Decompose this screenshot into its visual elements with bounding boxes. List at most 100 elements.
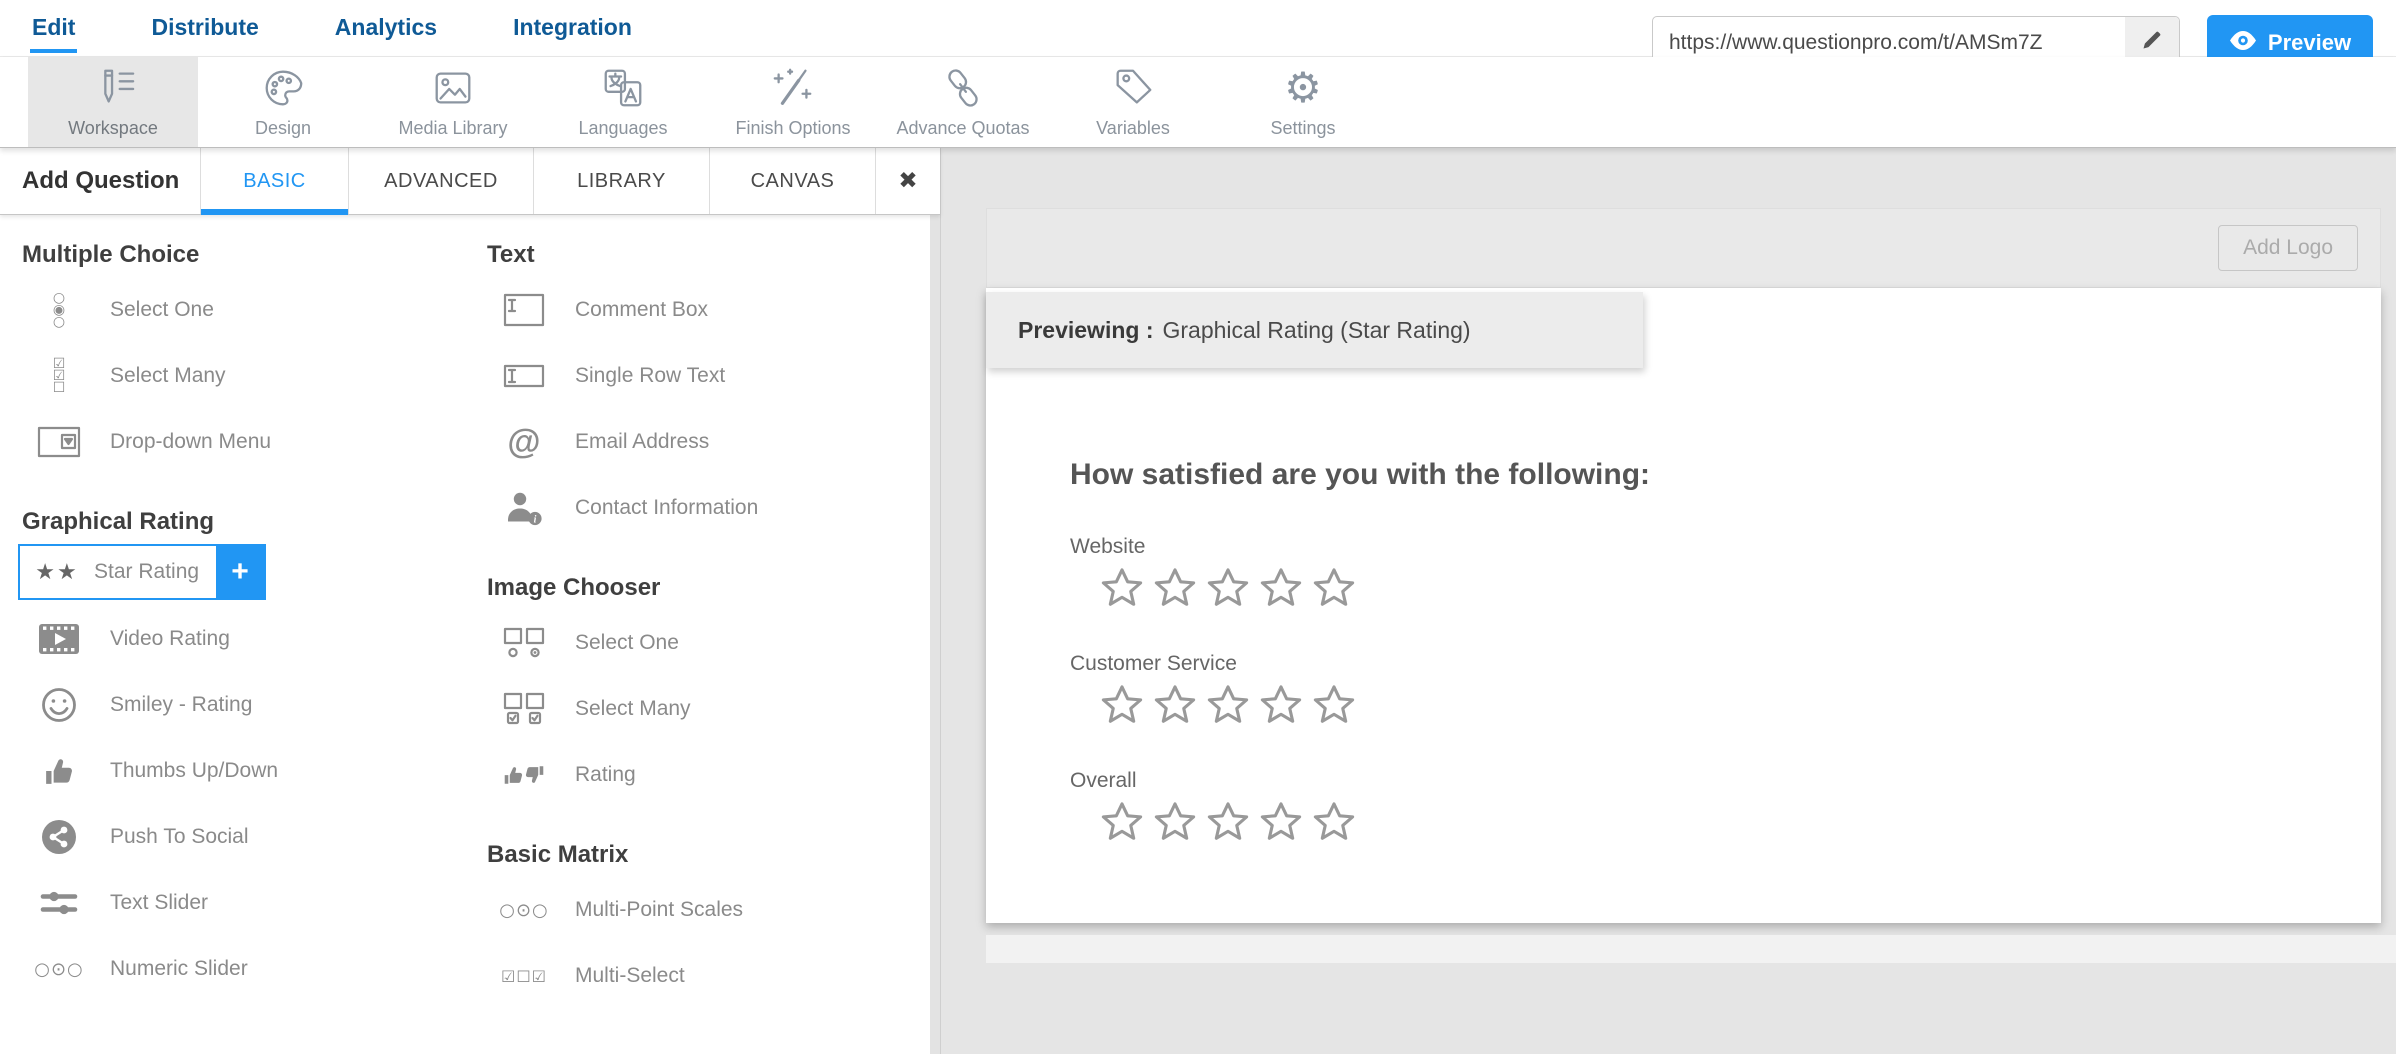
section-title-graphical-rating: Graphical Rating [22, 508, 470, 536]
numeric-slider-icon: ○⊙○ [32, 959, 86, 980]
variables-icon [1110, 65, 1156, 111]
dropdown-menu-icon [32, 425, 86, 459]
section-title-image-chooser: Image Chooser [487, 574, 930, 602]
multi-select-icon: ☑☐☑ [497, 967, 551, 986]
star-icon[interactable] [1259, 684, 1303, 726]
star-icon[interactable] [1206, 567, 1250, 609]
question-type-drop-down-menu[interactable]: Drop-down Menu [22, 409, 470, 475]
question-type-smiley-rating[interactable]: Smiley - Rating [22, 672, 470, 738]
question-type-multi-select[interactable]: ☑☐☑ Multi-Select [487, 943, 930, 1009]
question-type-text-slider[interactable]: Text Slider [22, 870, 470, 936]
question-type-list: Multiple Choice○◉○ Select One☑☑☐ Select … [0, 215, 930, 1054]
star-icon[interactable] [1100, 567, 1144, 609]
toolbar-item-variables[interactable]: Variables [1048, 57, 1218, 147]
question-type-select-one[interactable]: Select One [487, 610, 930, 676]
tab-basic[interactable]: BASIC [200, 148, 348, 214]
finish-options-icon [770, 65, 816, 111]
question-type-thumbs-up-down[interactable]: Thumbs Up/Down [22, 738, 470, 804]
panel-tab-bar: Add Question BASICADVANCEDLIBRARYCANVAS … [0, 148, 940, 215]
select-one-icon: ○◉○ [32, 292, 86, 328]
contact-information-icon: i [497, 490, 551, 526]
question-type-select-many[interactable]: ☑☑☐ Select Many [22, 343, 470, 409]
rating-row-label: Overall [1070, 769, 2341, 793]
toolbar-item-media-library[interactable]: Media Library [368, 57, 538, 147]
image-select-one-icon [497, 627, 551, 659]
email-address-icon: @ [497, 425, 551, 459]
star-icon[interactable] [1206, 801, 1250, 843]
design-icon [260, 65, 306, 111]
image-select-many-icon [497, 692, 551, 726]
question-type-select-one[interactable]: ○◉○ Select One [22, 277, 470, 343]
question-type-contact-information[interactable]: i Contact Information [487, 475, 930, 541]
eye-icon [2229, 30, 2257, 56]
tab-library[interactable]: LIBRARY [533, 148, 709, 214]
star-icon[interactable] [1153, 801, 1197, 843]
add-question-plus-button[interactable]: + [216, 546, 264, 598]
survey-card: Add Logo Previewing : Graphical Rating (… [986, 208, 2381, 923]
section-title-basic-matrix: Basic Matrix [487, 841, 930, 869]
survey-card-body: Previewing : Graphical Rating (Star Rati… [986, 288, 2381, 923]
next-section-bar [986, 935, 2396, 963]
question-type-push-to-social[interactable]: Push To Social [22, 804, 470, 870]
question-type-star-rating-selected[interactable]: ★★ Star Rating + [18, 544, 266, 600]
smiley-rating-icon [32, 686, 86, 724]
nav-tab-analytics[interactable]: Analytics [333, 4, 439, 53]
survey-url-input[interactable] [1653, 31, 2125, 55]
video-rating-icon [32, 624, 86, 654]
toolbar: Workspace Design Media Library Languages… [0, 57, 2396, 148]
nav-tab-integration[interactable]: Integration [511, 4, 634, 53]
rating-row-label: Website [1070, 535, 2341, 559]
question-type-select-many[interactable]: Select Many [487, 676, 930, 742]
star-icon[interactable] [1312, 801, 1356, 843]
toolbar-item-finish-options[interactable]: Finish Options [708, 57, 878, 147]
pencil-icon [2141, 29, 2163, 56]
previewing-badge: Previewing : Graphical Rating (Star Rati… [986, 292, 1643, 368]
nav-links: Edit Distribute Analytics Integration [30, 4, 634, 53]
single-row-text-icon [497, 364, 551, 388]
star-icon[interactable] [1259, 801, 1303, 843]
multi-point-scales-icon: ○⊙○ [497, 900, 551, 921]
star-rating-icon: ★★ [34, 560, 80, 585]
survey-card-header: Add Logo [986, 208, 2381, 288]
toolbar-item-languages[interactable]: Languages [538, 57, 708, 147]
star-icon[interactable] [1100, 684, 1144, 726]
question-type-rating[interactable]: Rating [487, 742, 930, 808]
close-panel-button[interactable]: ✖ [875, 148, 940, 214]
question-title: How satisfied are you with the following… [1070, 458, 2341, 492]
toolbar-item-settings[interactable]: ⚙ Settings [1218, 57, 1388, 147]
svg-text:i: i [534, 514, 537, 525]
workspace-icon [90, 65, 136, 111]
comment-box-icon [497, 293, 551, 327]
thumbs-up-down-icon [32, 756, 86, 786]
tab-canvas[interactable]: CANVAS [709, 148, 875, 214]
question-type-single-row-text[interactable]: Single Row Text [487, 343, 930, 409]
add-question-panel: Add Question BASICADVANCEDLIBRARYCANVAS … [0, 148, 941, 1054]
toolbar-item-workspace[interactable]: Workspace [28, 57, 198, 147]
advance-quotas-icon [940, 65, 986, 111]
star-icon[interactable] [1312, 567, 1356, 609]
question-type-email-address[interactable]: @ Email Address [487, 409, 930, 475]
select-many-icon: ☑☑☐ [32, 358, 86, 394]
toolbar-item-design[interactable]: Design [198, 57, 368, 147]
star-icon[interactable] [1259, 567, 1303, 609]
toolbar-item-advance-quotas[interactable]: Advance Quotas [878, 57, 1048, 147]
nav-tab-distribute[interactable]: Distribute [149, 4, 260, 53]
image-rating-icon [497, 757, 551, 793]
question-type-multi-point-scales[interactable]: ○⊙○ Multi-Point Scales [487, 877, 930, 943]
text-slider-icon [32, 888, 86, 918]
star-icon[interactable] [1153, 567, 1197, 609]
survey-preview-pane: Add Logo Previewing : Graphical Rating (… [941, 148, 2396, 1054]
question-type-numeric-slider[interactable]: ○⊙○ Numeric Slider [22, 936, 470, 1002]
star-icon[interactable] [1312, 684, 1356, 726]
star-icon[interactable] [1206, 684, 1250, 726]
panel-title: Add Question [0, 148, 200, 214]
star-icon[interactable] [1100, 801, 1144, 843]
star-icon[interactable] [1153, 684, 1197, 726]
section-title-multiple-choice: Multiple Choice [22, 241, 470, 269]
question-type-comment-box[interactable]: Comment Box [487, 277, 930, 343]
tab-advanced[interactable]: ADVANCED [348, 148, 533, 214]
question-type-video-rating[interactable]: Video Rating [22, 606, 470, 672]
nav-tab-edit[interactable]: Edit [30, 4, 77, 53]
add-logo-button[interactable]: Add Logo [2218, 225, 2358, 271]
rating-row-website: Website [1070, 535, 2341, 609]
